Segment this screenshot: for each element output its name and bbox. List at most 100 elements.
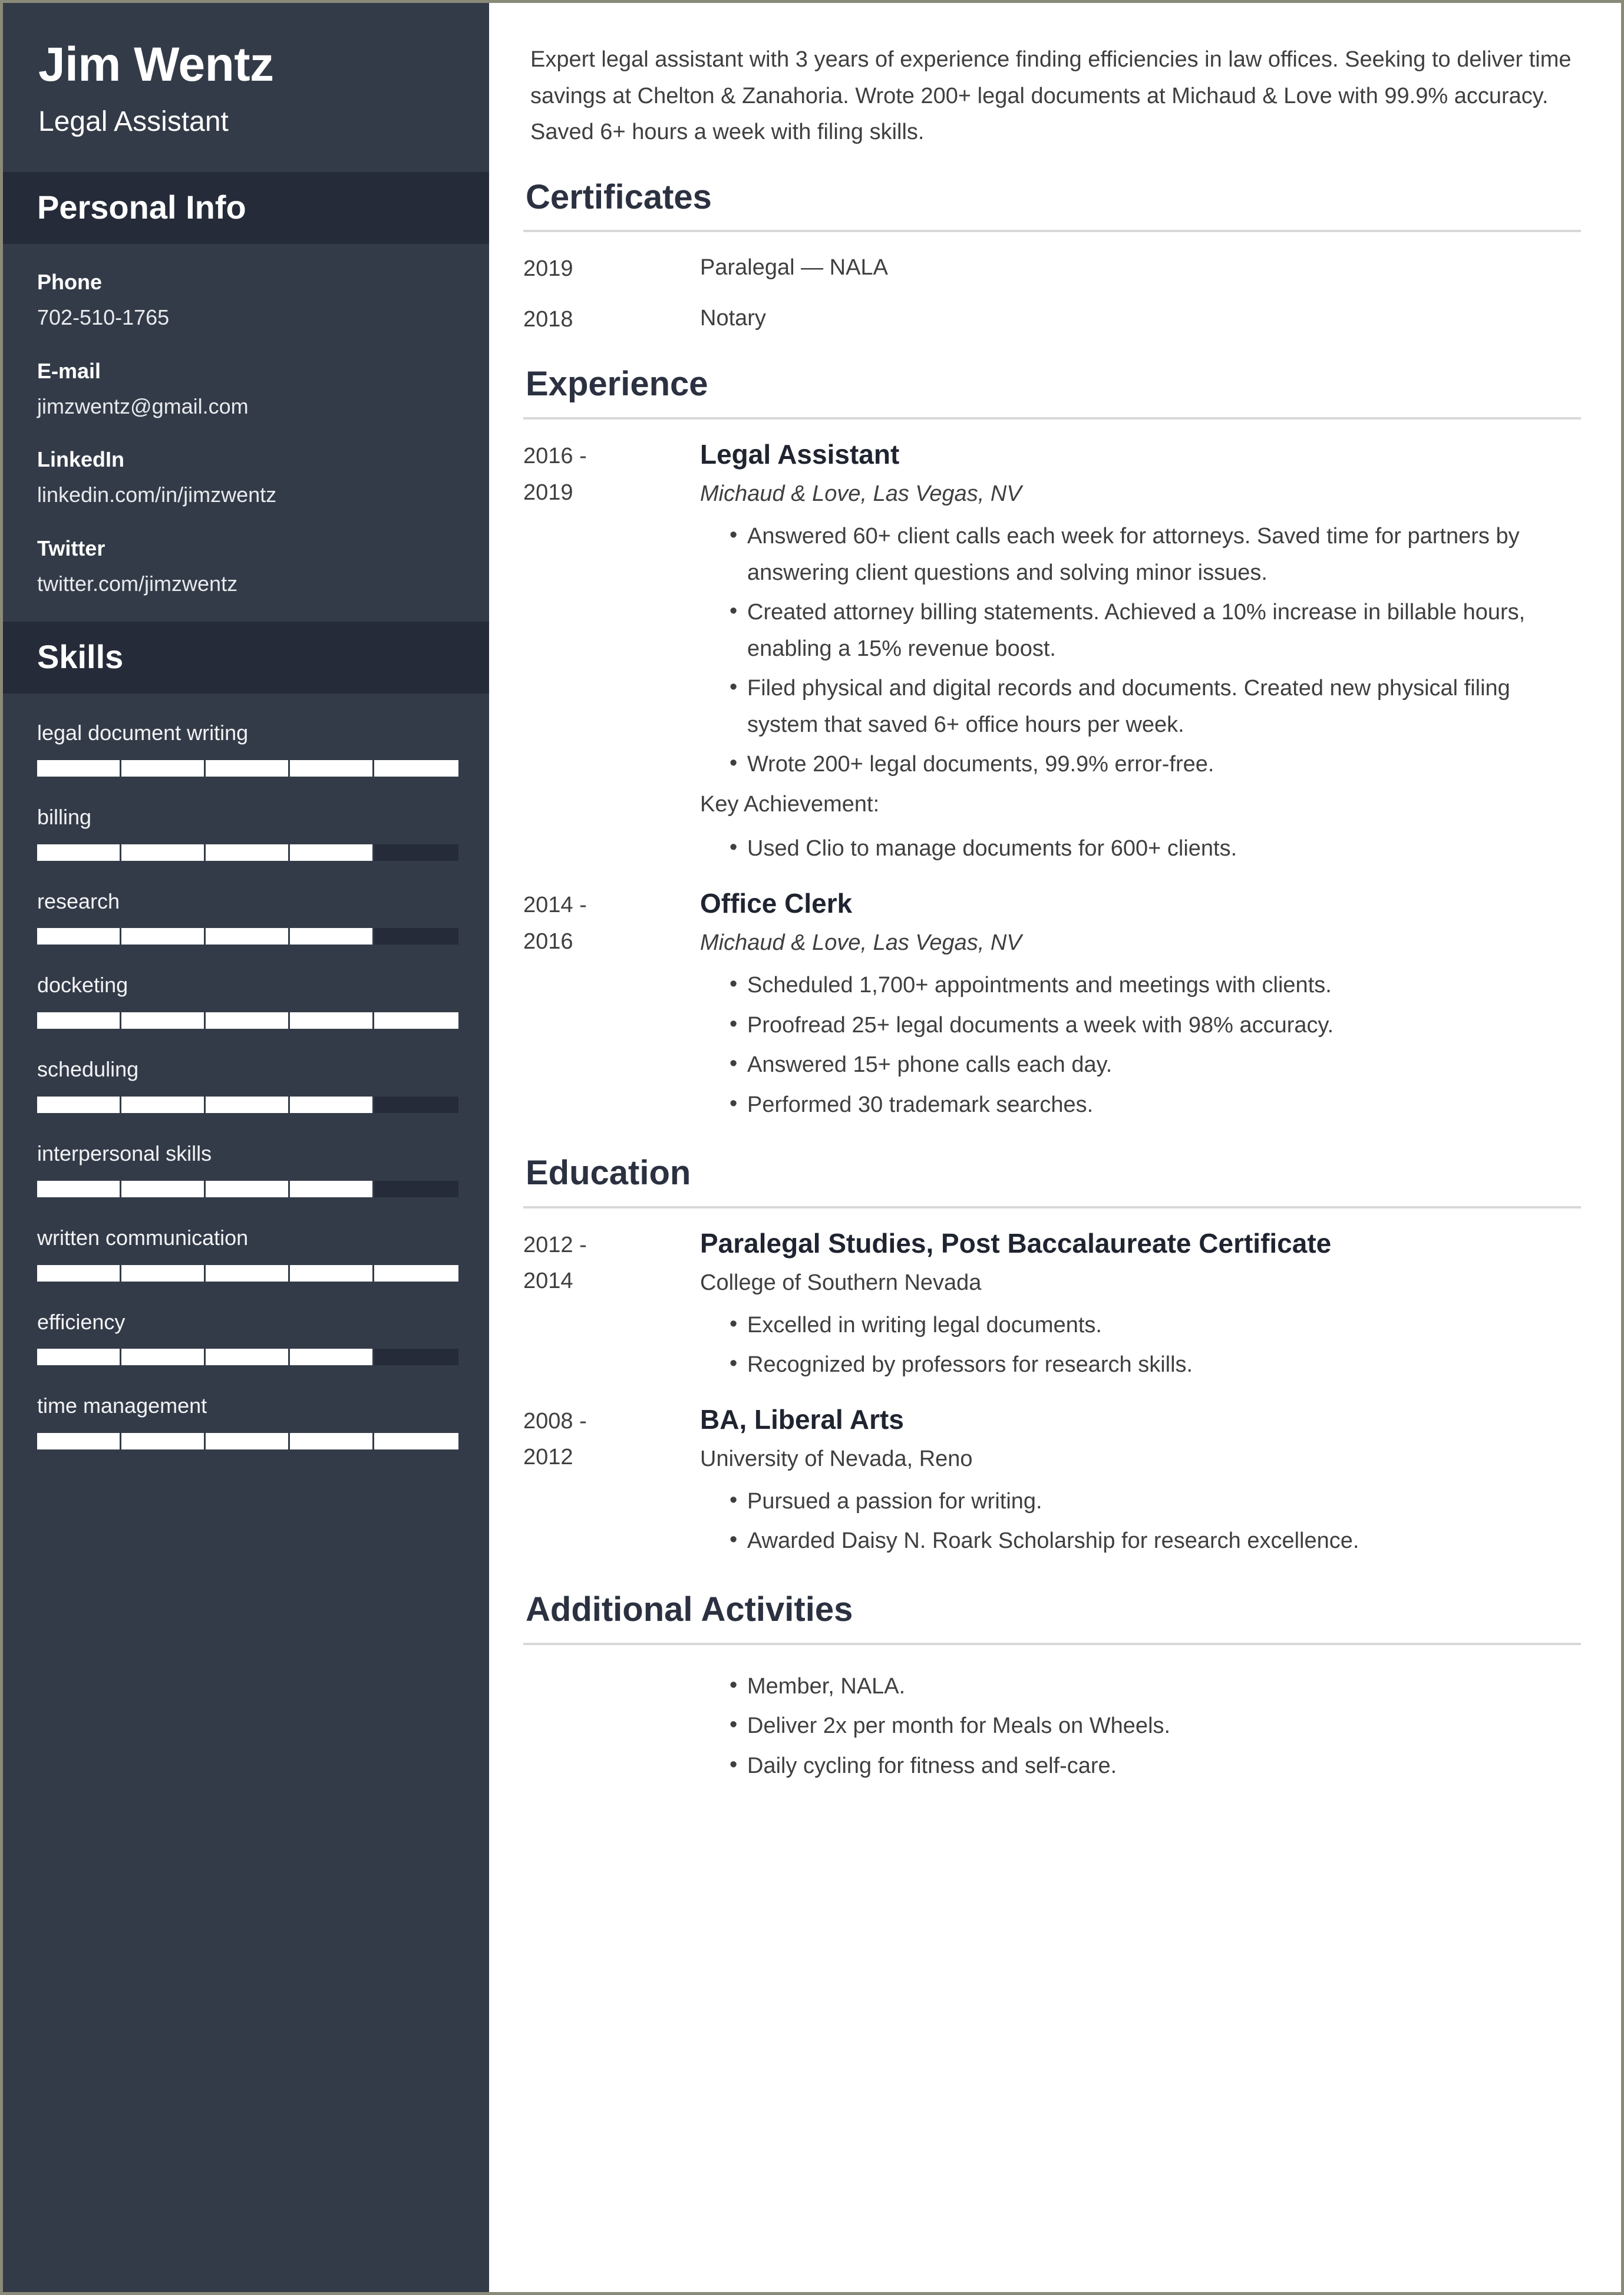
table-row: 2014 - 2016 Office Clerk Michaud & Love, La…: [523, 886, 1581, 1127]
skill-bar-track: [37, 1349, 458, 1366]
contact-block-phone: Phone 702-510-1765: [37, 269, 455, 332]
skill-label: legal document writing: [37, 721, 249, 745]
entry-title: Office Clerk: [700, 888, 853, 919]
table-row: 2018 Notary: [523, 301, 1581, 338]
bullet-item: Performed 30 trademark searches.: [730, 1086, 1581, 1124]
certificate-year: 2018: [523, 306, 573, 332]
bullet-item: Excelled in writing legal documents.: [730, 1306, 1581, 1344]
skill-bar-fill: [37, 1264, 458, 1282]
entry-date-range: 2016 - 2019: [523, 437, 700, 511]
skill-bar-fill: [37, 1180, 374, 1197]
section-title-experience: Experience: [526, 365, 708, 404]
bullet-item: Wrote 200+ legal documents, 99.9% error-…: [730, 745, 1581, 783]
skill-item: time management: [37, 1392, 458, 1450]
skill-item: written communication: [37, 1224, 458, 1282]
entry-main: Paralegal Studies, Post Baccalaureate Ce…: [700, 1226, 1581, 1387]
additional-activities-bullets: Member, NALA.Deliver 2x per month for Me…: [700, 1667, 1581, 1785]
skill-bar-fill: [37, 760, 458, 777]
entry-main: Office Clerk Michaud & Love, Las Vegas, N…: [700, 886, 1581, 1127]
date-start: 2008 -: [523, 1408, 587, 1434]
certificate-year: 2019: [523, 256, 573, 282]
bullet-item: Scheduled 1,700+ appointments and meetin…: [730, 966, 1581, 1004]
skill-label: research: [37, 889, 120, 913]
entry-bullets: Answered 60+ client calls each week for …: [700, 517, 1581, 783]
contact-block-linkedin: LinkedIn linkedin.com/in/jimzwentz: [37, 446, 455, 509]
table-row: 2012 - 2014 Paralegal Studies, Post Baccal…: [523, 1226, 1581, 1387]
section-education: Education 2012 - 2014 Paralegal Studies, P…: [523, 1154, 1581, 1563]
skill-label: interpersonal skills: [37, 1141, 212, 1166]
candidate-name: Jim Wentz: [38, 38, 274, 91]
date-start: 2014 -: [523, 893, 587, 917]
bullet-item: Awarded Daisy N. Roark Scholarship for r…: [730, 1522, 1581, 1560]
education-rows: 2012 - 2014 Paralegal Studies, Post Baccal…: [523, 1208, 1581, 1563]
contact-label: E-mail: [37, 358, 101, 383]
contact-label: Twitter: [37, 536, 105, 561]
table-row: 2016 - 2019 Legal Assistant Michaud & Love,…: [523, 437, 1581, 871]
section-additional-activities: Additional Activities Member, NALA.Deliv…: [523, 1590, 1581, 1784]
section-title-education: Education: [526, 1154, 691, 1193]
certificate-main: Paralegal — NALA: [700, 250, 1581, 286]
skill-bar-fill: [37, 1349, 374, 1366]
bullet-item: Answered 15+ phone calls each day.: [730, 1046, 1581, 1084]
certificate-name: Paralegal — NALA: [700, 255, 888, 280]
skill-item: billing: [37, 804, 458, 861]
entry-bullets: Excelled in writing legal documents.Reco…: [700, 1306, 1581, 1383]
skill-label: docketing: [37, 973, 128, 998]
entry-title: Legal Assistant: [700, 439, 900, 470]
entry-main: Legal Assistant Michaud & Love, Las Vegas…: [700, 437, 1581, 871]
skill-item: legal document writing: [37, 719, 458, 777]
contact-value[interactable]: twitter.com/jimzwentz: [37, 570, 455, 598]
resume-page: Jim Wentz Legal Assistant Personal Info …: [0, 0, 1624, 2295]
bullet-item: Answered 60+ client calls each week for …: [730, 517, 1581, 591]
bullet-item: Filed physical and digital records and d…: [730, 669, 1581, 743]
key-achievement-bullets: Used Clio to manage documents for 600+ c…: [700, 830, 1581, 867]
skill-bar-track: [37, 760, 458, 777]
certificates-rows: 2019 Paralegal — NALA 2018 Notary: [523, 232, 1581, 338]
entry-date-range: 2008 - 2012: [523, 1402, 700, 1476]
table-row: 2008 - 2012 BA, Liberal Arts University of …: [523, 1402, 1581, 1563]
entry-subtitle: Michaud & Love, Las Vegas, NV: [700, 930, 1022, 955]
contact-value[interactable]: linkedin.com/in/jimzwentz: [37, 481, 455, 509]
certificate-name: Notary: [700, 305, 766, 331]
contact-value[interactable]: 702-510-1765: [37, 304, 455, 332]
skill-bar-track: [37, 928, 458, 945]
contact-block-email: E-mail jimzwentz@gmail.com: [37, 358, 455, 421]
section-title-additional-activities: Additional Activities: [526, 1590, 853, 1629]
bullet-item: Deliver 2x per month for Meals on Wheels…: [730, 1707, 1581, 1745]
entry-title: BA, Liberal Arts: [700, 1404, 904, 1435]
entry-main: BA, Liberal Arts University of Nevada, Re…: [700, 1402, 1581, 1563]
candidate-role: Legal Assistant: [38, 106, 229, 138]
additional-activities-body: Member, NALA.Deliver 2x per month for Me…: [523, 1645, 1581, 1785]
contact-value[interactable]: jimzwentz@gmail.com: [37, 393, 455, 421]
contact-block-twitter: Twitter twitter.com/jimzwentz: [37, 535, 455, 598]
bullet-item: Created attorney billing statements. Ach…: [730, 593, 1581, 667]
skill-bar-track: [37, 1012, 458, 1029]
bullet-item: Recognized by professors for research sk…: [730, 1346, 1581, 1383]
bullet-item: Used Clio to manage documents for 600+ c…: [730, 830, 1581, 867]
entry-bullets: Scheduled 1,700+ appointments and meetin…: [700, 966, 1581, 1124]
skill-label: time management: [37, 1393, 207, 1418]
personal-info-list: Phone 702-510-1765 E-mail jimzwentz@gmail.c…: [3, 244, 489, 621]
bullet-item: Proofread 25+ legal documents a week wit…: [730, 1006, 1581, 1044]
skill-bar-fill: [37, 1012, 458, 1029]
sidebar: Jim Wentz Legal Assistant Personal Info …: [3, 3, 489, 2292]
bullet-item: Member, NALA.: [730, 1667, 1581, 1705]
table-row: 2019 Paralegal — NALA: [523, 250, 1581, 288]
skill-bar-track: [37, 1264, 458, 1282]
skills-heading: Skills: [3, 621, 489, 694]
sidebar-header: Jim Wentz Legal Assistant: [3, 3, 489, 172]
skill-label: scheduling: [37, 1057, 139, 1082]
section-certificates: Certificates 2019 Paralegal — NALA 2018 Not…: [523, 178, 1581, 338]
date-end: 2016: [523, 929, 573, 954]
skill-bar-track: [37, 1433, 458, 1450]
personal-info-heading: Personal Info: [3, 171, 489, 245]
summary-text: Expert legal assistant with 3 years of e…: [530, 47, 1572, 145]
skill-item: research: [37, 888, 458, 945]
entry-bullets: Pursued a passion for writing.Awarded Da…: [700, 1482, 1581, 1560]
skill-bar-fill: [37, 1097, 374, 1114]
entry-subtitle: Michaud & Love, Las Vegas, NV: [700, 481, 1022, 506]
skill-item: docketing: [37, 972, 458, 1029]
skill-label: written communication: [37, 1225, 249, 1250]
bullet-item: Pursued a passion for writing.: [730, 1482, 1581, 1520]
date-end: 2012: [523, 1445, 573, 1470]
